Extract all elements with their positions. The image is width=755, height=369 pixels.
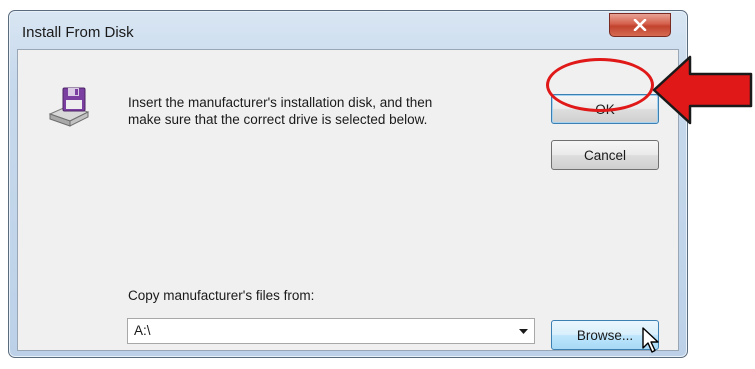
instruction-line-1: Insert the manufacturer's installation d… [128, 95, 433, 110]
dialog-client-area: Insert the manufacturer's installation d… [17, 49, 679, 351]
screenshot-stage: Install From Disk Insert the manufacture… [0, 0, 755, 369]
copy-from-label: Copy manufacturer's files from: [128, 288, 315, 303]
window-title: Install From Disk [22, 24, 134, 41]
source-path-combobox[interactable]: A:\ [127, 318, 535, 344]
floppy-disk-drive-icon [48, 87, 90, 127]
instruction-line-2: make sure that the correct drive is sele… [128, 112, 428, 127]
close-icon [633, 19, 647, 31]
install-from-disk-dialog: Install From Disk Insert the manufacture… [8, 10, 688, 358]
source-path-value: A:\ [134, 323, 151, 338]
ok-button[interactable]: OK [551, 94, 659, 124]
dropdown-arrow-icon[interactable] [519, 329, 528, 335]
browse-button[interactable]: Browse... [551, 320, 659, 350]
cancel-button[interactable]: Cancel [551, 140, 659, 170]
close-button[interactable] [609, 13, 671, 37]
instruction-text: Insert the manufacturer's installation d… [128, 94, 528, 128]
title-bar: Install From Disk [9, 11, 687, 49]
